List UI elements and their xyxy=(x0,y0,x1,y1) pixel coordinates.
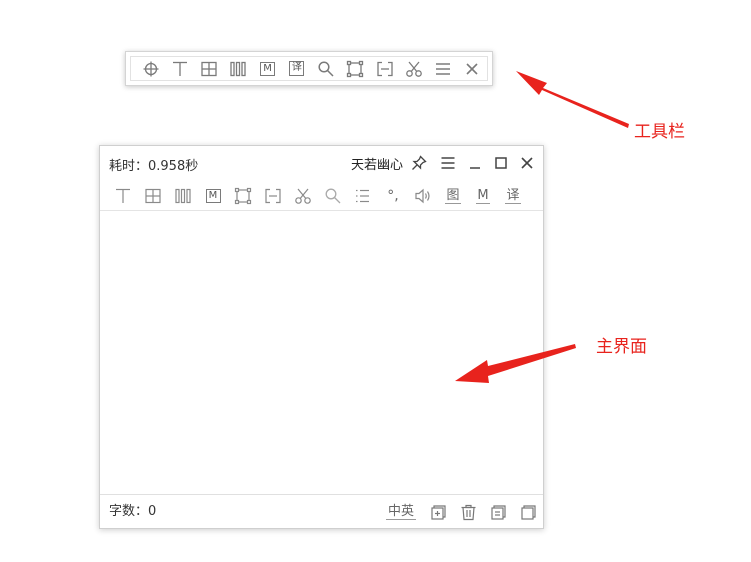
markdown-icon[interactable]: M xyxy=(198,184,228,208)
text-icon[interactable] xyxy=(165,57,194,81)
copy-text-icon[interactable] xyxy=(488,502,508,522)
window-toolbar: M °, 图 M 译 xyxy=(108,184,528,208)
pin-icon[interactable] xyxy=(410,154,428,172)
image-label: 图 xyxy=(445,187,461,204)
markdown-glyph: M xyxy=(205,189,221,203)
maximize-icon[interactable] xyxy=(492,154,510,172)
table-icon[interactable] xyxy=(138,184,168,208)
toolbar-annotation: 工具栏 xyxy=(634,122,685,142)
list-icon[interactable] xyxy=(348,184,378,208)
columns-icon[interactable] xyxy=(168,184,198,208)
punctuation-icon[interactable]: °, xyxy=(378,184,408,208)
main-window-annotation: 主界面 xyxy=(596,337,647,357)
language-toggle[interactable]: 中英 xyxy=(386,504,417,520)
translate-tool[interactable]: 译 xyxy=(498,184,528,208)
table-icon[interactable] xyxy=(195,57,224,81)
translate-icon[interactable]: 译 xyxy=(282,57,311,81)
elapsed-time: 耗时：0.958秒 xyxy=(109,159,199,174)
scissors-icon[interactable] xyxy=(399,57,428,81)
md-label: M xyxy=(476,187,490,204)
scissors-icon[interactable] xyxy=(288,184,318,208)
punctuation-glyph: °, xyxy=(387,188,399,204)
toolbar-arrow xyxy=(516,71,629,128)
image-tool[interactable]: 图 xyxy=(438,184,468,208)
crosshair-icon[interactable] xyxy=(136,57,165,81)
region-icon[interactable] xyxy=(258,184,288,208)
fullscreen-icon[interactable] xyxy=(228,184,258,208)
close-icon[interactable] xyxy=(518,154,536,172)
app-brand: 天若幽心 xyxy=(351,158,404,173)
markdown-icon[interactable]: M xyxy=(253,57,282,81)
translate-glyph: 译 xyxy=(289,61,305,76)
menu-icon[interactable] xyxy=(429,57,458,81)
char-count: 字数：0 xyxy=(109,504,157,519)
fullscreen-icon[interactable] xyxy=(341,57,370,81)
menu-icon[interactable] xyxy=(439,154,457,172)
columns-icon[interactable] xyxy=(224,57,253,81)
trash-icon[interactable] xyxy=(458,502,478,522)
region-icon[interactable] xyxy=(370,57,399,81)
title-bar: 耗时：0.958秒 天若幽心 xyxy=(100,146,543,180)
text-icon[interactable] xyxy=(108,184,138,208)
markdown-glyph: M xyxy=(260,61,276,76)
translate-label: 译 xyxy=(505,187,521,204)
toolbar-inner: M 译 xyxy=(130,56,488,81)
floating-toolbar: M 译 xyxy=(125,51,493,86)
ocr-text-area[interactable] xyxy=(100,211,543,495)
close-icon[interactable] xyxy=(458,57,487,81)
minimize-icon[interactable] xyxy=(466,154,484,172)
main-window: 耗时：0.958秒 天若幽心 M °, 图 M 译 字数：0 中英 xyxy=(99,145,544,529)
add-copy-icon[interactable] xyxy=(428,502,448,522)
status-divider xyxy=(100,494,543,495)
speaker-icon[interactable] xyxy=(408,184,438,208)
copy-icon[interactable] xyxy=(518,502,538,522)
md-tool[interactable]: M xyxy=(468,184,498,208)
search-icon[interactable] xyxy=(318,184,348,208)
search-icon[interactable] xyxy=(312,57,341,81)
